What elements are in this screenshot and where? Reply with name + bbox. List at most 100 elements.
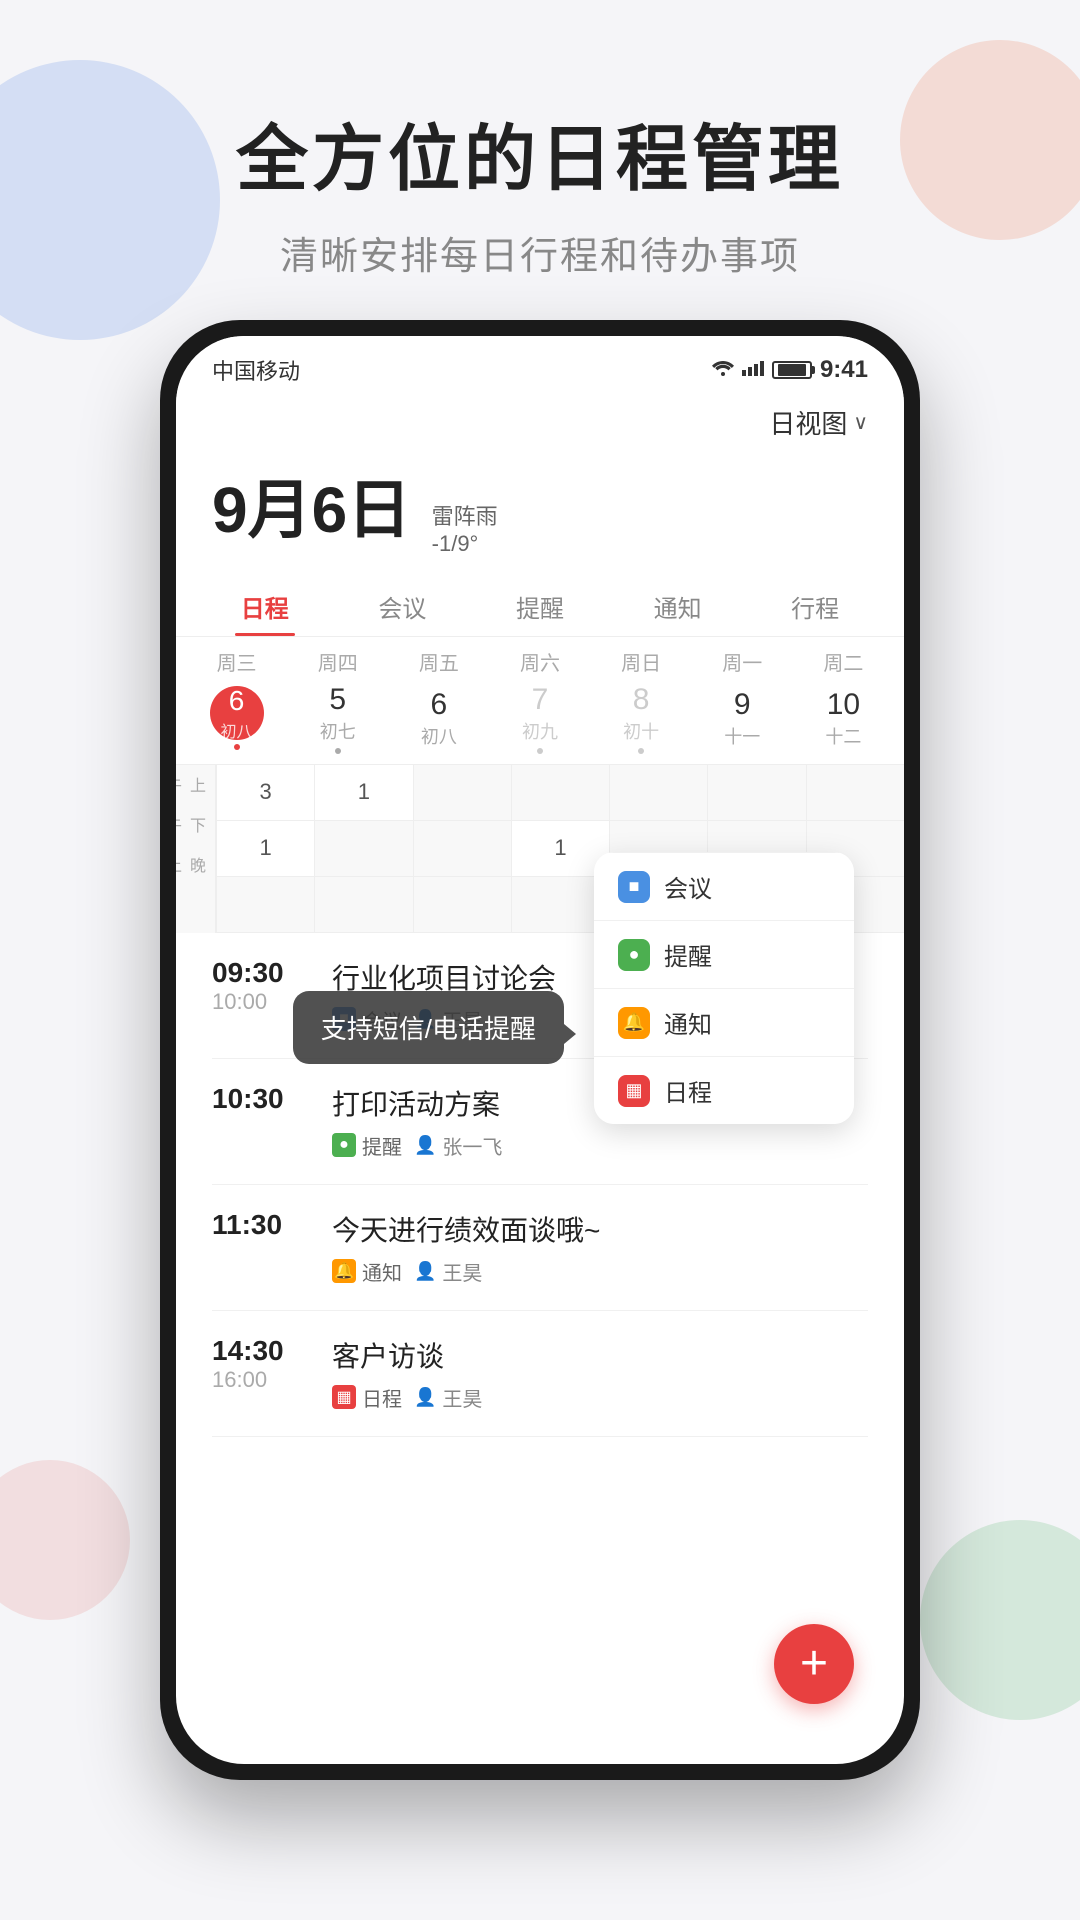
phone-screen: 中国移动 9:41 日视图 [176,336,904,1764]
cell-row1-col4 [511,765,609,821]
event-start-4: 14:30 [212,1335,332,1367]
weather-temp: -1/9° [432,531,479,556]
week-dates-row: 6 初八 5 初七 [176,682,904,754]
tab-schedule[interactable]: 日程 [196,573,334,636]
reminder-icon: ● [332,1133,356,1157]
event-type-4: ▦ 日程 [332,1383,402,1412]
weather-info: 雷阵雨 -1/9° [432,499,498,557]
cell-row2-col2 [314,821,412,877]
weekday-label-wed: 周三 [186,647,287,682]
phone-mockup: 中国移动 9:41 日视图 [160,320,920,1780]
promo-main-title: 全方位的日程管理 [0,100,1080,205]
current-date: 9月6日 [212,459,411,551]
date-dot-5 [335,748,341,754]
weekday-label-fri: 周五 [388,647,489,682]
event-start-3: 11:30 [212,1209,332,1241]
event-start-1: 09:30 [212,957,332,989]
event-item-3[interactable]: 11:30 今天进行绩效面谈哦~ 🔔 通知 👤 王昊 [212,1185,868,1311]
sms-bubble-text: 支持短信/电话提醒 [321,1014,536,1044]
cell-row2-col3 [413,821,511,877]
date-lunar-5: 初七 [320,718,356,744]
view-selector[interactable]: 日视图 ∨ [769,404,868,441]
person-icon-3: 👤 [414,1261,436,1282]
view-label: 日视图 [769,404,847,441]
quick-add-meeting[interactable]: ■ 会议 [594,852,854,920]
sms-reminder-bubble: 支持短信/电话提醒 [293,991,564,1064]
quick-add-schedule[interactable]: ▦ 日程 [594,1056,854,1124]
app-view-header[interactable]: 日视图 ∨ [176,396,904,449]
tab-bar: 日程 会议 提醒 通知 行程 [176,573,904,637]
cell-row1-col6 [707,765,805,821]
schedule-icon: ▦ [332,1385,356,1409]
date-num-8: 8 [633,683,650,716]
weather-condition: 雷阵雨 [432,499,498,531]
cell-row3-col2 [314,877,412,933]
tab-meeting[interactable]: 会议 [334,573,472,636]
week-date-6-today[interactable]: 6 初八 [186,686,287,750]
event-time-col-4: 14:30 16:00 [212,1335,332,1393]
weekday-label-sat: 周六 [489,647,590,682]
app-promo-header: 全方位的日程管理 清晰安排每日行程和待办事项 [0,0,1080,320]
date-dot-6 [234,744,240,750]
tab-reminder[interactable]: 提醒 [471,573,609,636]
signal-icon [742,359,764,382]
date-num-6b: 6 [431,688,448,721]
weekday-label-thu: 周四 [287,647,388,682]
event-details-3: 今天进行绩效面谈哦~ 🔔 通知 👤 王昊 [332,1209,868,1286]
person-name-3: 王昊 [442,1257,482,1286]
quick-add-menu: ■ 会议 ● 提醒 🔔 通知 ▦ 日程 [594,852,854,1124]
event-start-2: 10:30 [212,1083,332,1115]
event-details-4: 客户访谈 ▦ 日程 👤 王昊 [332,1335,868,1412]
add-fab-button[interactable]: + [774,1624,854,1704]
status-right-icons: 9:41 [712,356,868,384]
event-meta-3: 🔔 通知 👤 王昊 [332,1257,868,1286]
calendar-week-strip: 周三 周四 周五 周六 周日 周一 周二 6 初八 [176,637,904,764]
quick-meeting-icon: ■ [618,871,650,903]
weekday-label-mon: 周一 [692,647,793,682]
person-name-2: 张一飞 [442,1131,502,1160]
date-lunar-6: 初八 [221,718,253,742]
date-num-10: 10 [827,688,860,721]
time-label-morning: 上午 [176,765,215,805]
date-lunar-8: 初十 [623,722,659,742]
date-num-6: 6 [229,684,245,718]
date-lunar-10: 十二 [825,727,861,747]
event-meta-2: ● 提醒 👤 张一飞 [332,1131,868,1160]
notification-icon: 🔔 [332,1259,356,1283]
week-date-8[interactable]: 8 初十 [591,682,692,754]
event-person-3: 👤 王昊 [414,1257,482,1286]
week-date-7[interactable]: 7 初九 [489,682,590,754]
event-person-2: 👤 张一飞 [414,1131,502,1160]
week-date-5[interactable]: 5 初七 [287,682,388,754]
quick-add-reminder[interactable]: ● 提醒 [594,920,854,988]
carrier-label: 中国移动 [212,354,300,386]
event-type-2: ● 提醒 [332,1131,402,1160]
date-lunar-7: 初九 [522,722,558,742]
cell-row1-col5 [609,765,707,821]
phone-body: 中国移动 9:41 日视图 [160,320,920,1780]
time-labels: 上午 下午 晚上 [176,765,216,933]
week-date-9[interactable]: 9 十一 [692,687,793,749]
date-num-9: 9 [734,688,751,721]
event-item-4[interactable]: 14:30 16:00 客户访谈 ▦ 日程 👤 王昊 [212,1311,868,1437]
tab-notification[interactable]: 通知 [609,573,747,636]
quick-notification-icon: 🔔 [618,1007,650,1039]
week-date-6b[interactable]: 6 初八 [388,687,489,749]
cell-row1-col7 [806,765,904,821]
type-label-4: 日程 [362,1383,402,1412]
cell-row1-col1: 3 [216,765,314,821]
quick-add-notification[interactable]: 🔔 通知 [594,988,854,1056]
plus-icon: + [800,1640,828,1688]
quick-reminder-label: 提醒 [664,937,712,972]
date-dot-8 [638,748,644,754]
promo-sub-title: 清晰安排每日行程和待办事项 [0,225,1080,280]
wifi-icon [712,359,734,382]
date-num-7: 7 [532,683,549,716]
week-date-10[interactable]: 10 十二 [793,687,894,749]
tab-itinerary[interactable]: 行程 [746,573,884,636]
event-meta-4: ▦ 日程 👤 王昊 [332,1383,868,1412]
person-icon-4: 👤 [414,1387,436,1408]
date-lunar-6b: 初八 [421,727,457,747]
status-time: 9:41 [820,356,868,384]
event-title-3: 今天进行绩效面谈哦~ [332,1209,868,1249]
